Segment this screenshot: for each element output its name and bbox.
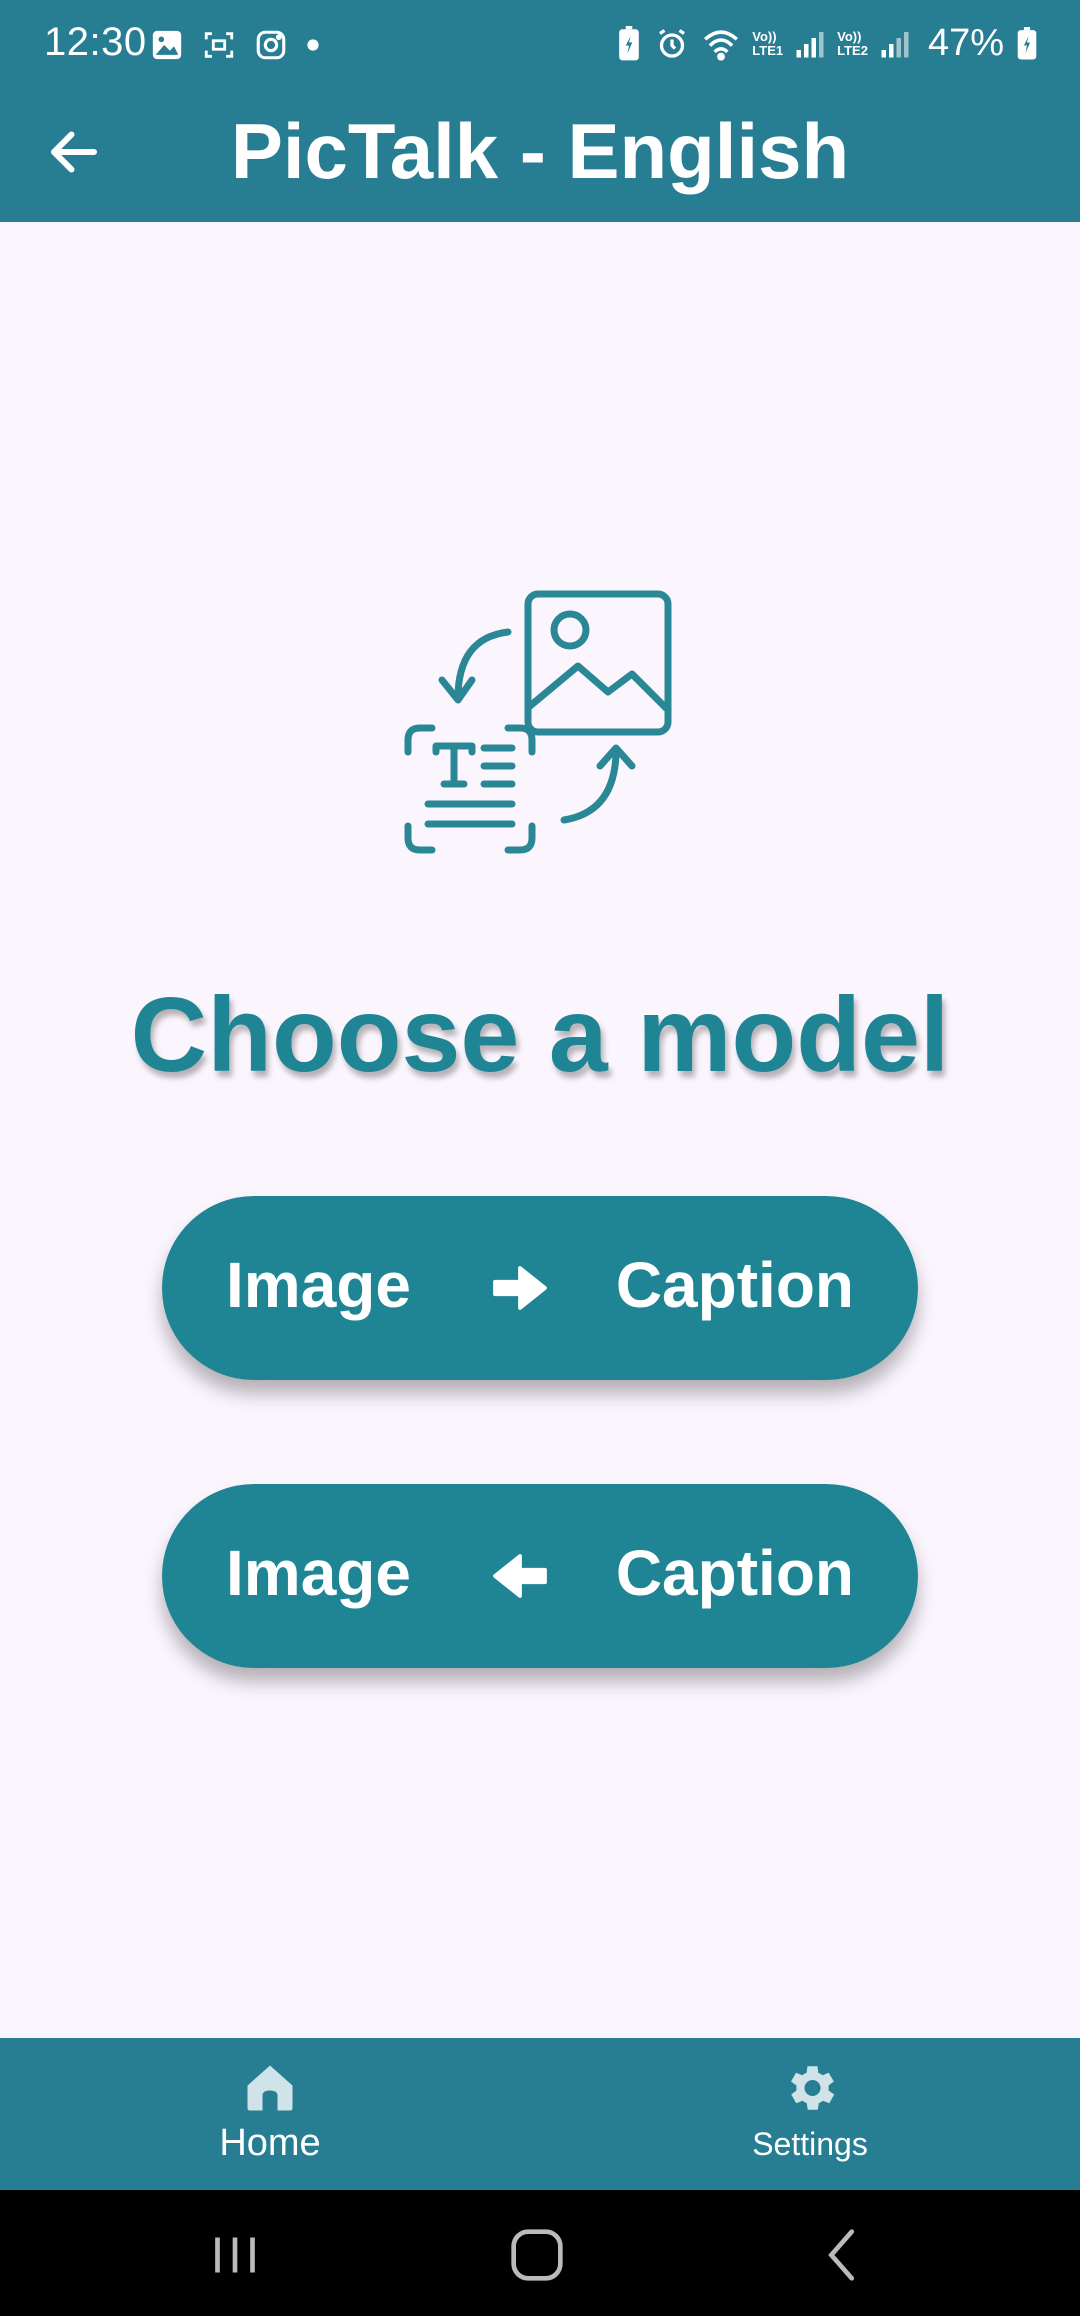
button-label-caption: Caption <box>615 1537 854 1609</box>
signal-sim2-icon <box>881 31 909 57</box>
settings-icon <box>791 2066 835 2110</box>
nav-label-settings: Settings <box>752 2126 868 2162</box>
home-icon <box>247 2065 293 2111</box>
signal-sim1-icon <box>796 31 824 57</box>
page-title: PicTalk - English <box>230 107 850 195</box>
alarm-icon <box>659 28 686 58</box>
home-system-icon[interactable] <box>502 2220 572 2290</box>
arrow-right-icon <box>493 1266 547 1310</box>
caption-to-image-button[interactable]: Image Caption <box>162 1484 918 1668</box>
choose-model-heading: Choose a model <box>130 976 950 1094</box>
wifi-icon <box>704 29 739 61</box>
back-system-icon[interactable] <box>808 2220 878 2290</box>
gallery-icon <box>152 30 182 60</box>
instagram-icon <box>256 30 286 60</box>
status-time: 12:30 <box>44 20 147 64</box>
recent-apps-icon[interactable] <box>200 2220 270 2290</box>
nav-label-home: Home <box>219 2122 321 2164</box>
arrow-left-icon <box>493 1554 547 1598</box>
bottom-navigation: Home Settings <box>0 2038 1080 2190</box>
battery-saver-icon <box>619 25 640 60</box>
button-label-image: Image <box>226 1537 411 1609</box>
screenshot-icon <box>204 32 234 58</box>
button-label-caption: Caption <box>615 1249 854 1321</box>
dot-icon <box>307 39 319 51</box>
nav-item-home[interactable]: Home <box>170 2058 370 2165</box>
system-navigation-bar <box>0 2190 1080 2316</box>
sim1-label: Vo)) LTE1 <box>752 28 784 58</box>
status-bar: 12:30 Vo)) LTE1 Vo)) LTE2 47% <box>0 0 1080 96</box>
sim2-label: Vo)) LTE2 <box>837 28 868 58</box>
battery-percent: 47% <box>927 22 1004 64</box>
status-right-icons: Vo)) LTE1 Vo)) LTE2 47% <box>616 22 1038 65</box>
app-bar: PicTalk - English <box>0 96 1080 222</box>
image-to-caption-button[interactable]: Image Caption <box>162 1196 918 1380</box>
image-text-convert-icon <box>404 590 672 854</box>
status-left-icons <box>150 28 320 62</box>
battery-charging-icon <box>1017 26 1037 59</box>
button-label-image: Image <box>226 1249 411 1321</box>
nav-item-settings[interactable]: Settings <box>710 2058 910 2163</box>
